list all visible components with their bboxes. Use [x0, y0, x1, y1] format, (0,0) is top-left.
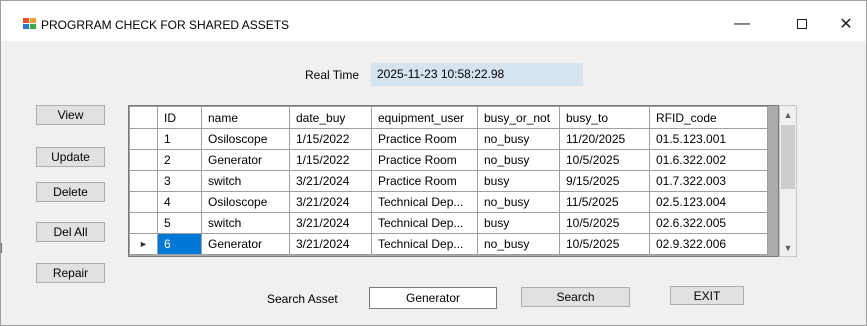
assets-data-grid[interactable]: ID name date_buy equipment_user busy_or_… — [128, 105, 779, 257]
row-header[interactable] — [129, 149, 158, 171]
table-cell[interactable]: Technical Dep... — [371, 191, 478, 213]
table-cell[interactable]: 1/15/2022 — [289, 149, 372, 171]
repair-button[interactable]: Repair — [36, 263, 105, 283]
close-icon: ✕ — [839, 16, 853, 33]
grid-corner-cell — [129, 106, 158, 129]
column-header[interactable]: RFID_code — [649, 106, 768, 129]
column-header[interactable]: ID — [157, 106, 202, 129]
table-cell[interactable]: no_busy — [477, 191, 560, 213]
column-header[interactable]: date_buy — [289, 106, 372, 129]
column-header[interactable]: name — [201, 106, 290, 129]
assets-table: ID name date_buy equipment_user busy_or_… — [129, 106, 768, 255]
table-cell[interactable]: 02.9.322.006 — [649, 233, 768, 255]
row-header[interactable] — [129, 191, 158, 213]
delete-button[interactable]: Delete — [36, 182, 105, 202]
table-cell[interactable]: Generator — [201, 233, 290, 255]
table-row[interactable]: 4 Osiloscope 3/21/2024 Technical Dep... … — [129, 191, 768, 213]
grid-vertical-scrollbar[interactable]: ▲ ▼ — [779, 105, 797, 257]
exit-button[interactable]: EXIT — [670, 286, 744, 305]
current-row-indicator-icon[interactable]: ► — [129, 233, 158, 255]
column-header[interactable]: equipment_user — [371, 106, 478, 129]
table-cell[interactable]: Practice Room — [371, 128, 478, 150]
table-cell[interactable]: Practice Room — [371, 149, 478, 171]
grid-header-row: ID name date_buy equipment_user busy_or_… — [129, 106, 768, 129]
title-bar: PROGRRAM CHECK FOR SHARED ASSETS — ✕ — [1, 1, 866, 41]
table-cell[interactable]: 02.6.322.005 — [649, 212, 768, 234]
table-row[interactable]: 5 switch 3/21/2024 Technical Dep... busy… — [129, 212, 768, 234]
table-cell[interactable]: 4 — [157, 191, 202, 213]
scroll-up-icon[interactable]: ▲ — [780, 106, 796, 123]
app-window: PROGRRAM CHECK FOR SHARED ASSETS — ✕ Rea… — [0, 0, 867, 326]
table-cell[interactable]: 3/21/2024 — [289, 170, 372, 192]
row-header[interactable] — [129, 212, 158, 234]
table-cell[interactable]: no_busy — [477, 149, 560, 171]
table-cell[interactable]: 11/5/2025 — [559, 191, 650, 213]
table-cell[interactable]: 5 — [157, 212, 202, 234]
maximize-icon — [797, 19, 807, 29]
table-cell[interactable]: no_busy — [477, 128, 560, 150]
table-cell[interactable]: 9/15/2025 — [559, 170, 650, 192]
table-cell[interactable]: busy — [477, 170, 560, 192]
table-row[interactable]: 1 Osiloscope 1/15/2022 Practice Room no_… — [129, 128, 768, 150]
table-cell[interactable]: 01.5.123.001 — [649, 128, 768, 150]
update-button[interactable]: Update — [36, 147, 105, 167]
del-all-button[interactable]: Del All — [36, 222, 105, 242]
table-cell[interactable]: 1 — [157, 128, 202, 150]
table-cell[interactable]: Technical Dep... — [371, 212, 478, 234]
table-cell[interactable]: busy — [477, 212, 560, 234]
table-row[interactable]: 2 Generator 1/15/2022 Practice Room no_b… — [129, 149, 768, 171]
table-cell[interactable]: 10/5/2025 — [559, 233, 650, 255]
scroll-thumb[interactable] — [781, 125, 795, 189]
table-cell[interactable]: 10/5/2025 — [559, 212, 650, 234]
minimize-button[interactable]: — — [719, 9, 765, 39]
table-cell[interactable]: 10/5/2025 — [559, 149, 650, 171]
table-cell[interactable]: 3 — [157, 170, 202, 192]
window-title: PROGRRAM CHECK FOR SHARED ASSETS — [41, 18, 290, 32]
table-cell[interactable]: Technical Dep... — [371, 233, 478, 255]
view-button[interactable]: View — [36, 105, 105, 125]
table-cell[interactable]: 01.6.322.002 — [649, 149, 768, 171]
maximize-button[interactable] — [779, 9, 825, 39]
realtime-value: 2025-11-23 10:58:22.98 — [371, 63, 583, 86]
minimize-icon: — — [734, 15, 750, 32]
table-cell[interactable]: Generator — [201, 149, 290, 171]
table-row[interactable]: 3 switch 3/21/2024 Practice Room busy 9/… — [129, 170, 768, 192]
windows-form-icon — [23, 18, 37, 31]
scroll-down-icon[interactable]: ▼ — [780, 239, 796, 256]
search-button[interactable]: Search — [521, 287, 630, 307]
window-edge-mark — [1, 243, 3, 253]
table-cell[interactable]: 3/21/2024 — [289, 233, 372, 255]
row-header[interactable] — [129, 128, 158, 150]
table-cell[interactable]: 11/20/2025 — [559, 128, 650, 150]
table-cell[interactable]: Practice Room — [371, 170, 478, 192]
table-cell[interactable]: Osiloscope — [201, 128, 290, 150]
table-cell[interactable]: switch — [201, 170, 290, 192]
realtime-label: Real Time — [305, 68, 360, 82]
table-cell-selected[interactable]: 6 — [157, 233, 202, 255]
table-cell[interactable]: 02.5.123.004 — [649, 191, 768, 213]
column-header[interactable]: busy_or_not — [477, 106, 560, 129]
column-header[interactable]: busy_to — [559, 106, 650, 129]
table-row-current[interactable]: ► 6 Generator 3/21/2024 Technical Dep...… — [129, 233, 768, 255]
table-cell[interactable]: 2 — [157, 149, 202, 171]
table-cell[interactable]: 3/21/2024 — [289, 212, 372, 234]
search-input[interactable]: Generator — [369, 287, 497, 309]
table-cell[interactable]: switch — [201, 212, 290, 234]
close-button[interactable]: ✕ — [823, 9, 867, 39]
search-asset-label: Search Asset — [267, 292, 338, 306]
table-cell[interactable]: Osiloscope — [201, 191, 290, 213]
table-cell[interactable]: no_busy — [477, 233, 560, 255]
table-cell[interactable]: 3/21/2024 — [289, 191, 372, 213]
table-cell[interactable]: 1/15/2022 — [289, 128, 372, 150]
table-cell[interactable]: 01.7.322.003 — [649, 170, 768, 192]
row-header[interactable] — [129, 170, 158, 192]
